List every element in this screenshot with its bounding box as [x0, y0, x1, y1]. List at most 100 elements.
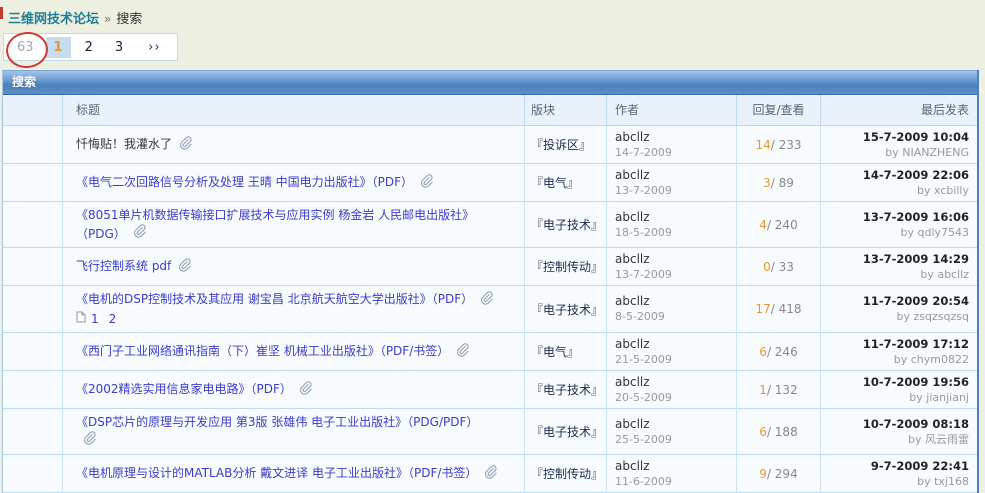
pagination-next-button[interactable]: ››	[140, 37, 168, 58]
lastpost-user-link[interactable]: by abcllz	[920, 267, 969, 282]
thread-title-cell: 《8051单片机数据传输接口扩展技术与应用实例 杨金岩 人民邮电出版社》 （PD…	[63, 202, 525, 248]
author-cell: abcllz 13-7-2009	[607, 248, 737, 286]
reply-count: 6	[759, 424, 767, 439]
thread-title-link[interactable]: 《西门子工业网络通讯指南（下）崔坚 机械工业出版社》（PDF/书签）	[76, 344, 449, 358]
lastpost-user-link[interactable]: by jianjianj	[909, 390, 969, 405]
lastpost-user-link[interactable]: by NIANZHENG	[885, 145, 969, 160]
lastpost-user-link[interactable]: by qdly7543	[900, 225, 969, 240]
lastpost-date: 11-7-2009 20:54	[862, 294, 969, 308]
thread-title-cell: 《电气二次回路信号分析及处理 王晴 中国电力出版社》（PDF）	[63, 164, 525, 202]
author-link[interactable]: abcllz	[615, 417, 736, 432]
forum-link[interactable]: 『电气』	[531, 343, 579, 360]
red-mark-artifact	[0, 7, 3, 19]
author-link[interactable]: abcllz	[615, 252, 736, 267]
attachment-paperclip-icon	[479, 291, 493, 308]
forum-link[interactable]: 『电子技术』	[531, 216, 603, 233]
author-link[interactable]: abcllz	[615, 459, 736, 474]
lastpost-cell: 10-7-2009 08:18 by 风云雨雷	[821, 409, 977, 455]
thread-start-date: 21-5-2009	[615, 352, 672, 366]
thread-title-link[interactable]: 忏悔贴！我灌水了	[76, 137, 172, 151]
attachment-paperclip-icon	[177, 257, 191, 275]
pagination-page-3[interactable]: 3	[107, 37, 131, 58]
reply-count: 9	[759, 466, 767, 481]
multipage-link[interactable]: 1	[91, 312, 99, 326]
thread-title-line: 《电机原理与设计的MATLAB分析 戴文进译 电子工业出版社》（PDF/书签）	[76, 464, 524, 484]
table-row: 《西门子工业网络通讯指南（下）崔坚 机械工业出版社》（PDF/书签） 『电气』 …	[3, 333, 977, 371]
multipage-links: 12	[91, 310, 126, 328]
author-link[interactable]: abcllz	[615, 168, 736, 183]
forum-cell: 『控制传动』	[525, 248, 607, 286]
forum-link[interactable]: 『投诉区』	[531, 136, 591, 153]
forum-cell: 『电气』	[525, 164, 607, 202]
author-cell: abcllz 18-5-2009	[607, 202, 737, 248]
thread-title-line: 忏悔贴！我灌水了	[76, 135, 524, 155]
forum-cell: 『电子技术』	[525, 371, 607, 409]
replies-views-cell: 6 / 246	[737, 333, 821, 371]
search-results-body: 忏悔贴！我灌水了 『投诉区』 abcllz 14-7-2009 14 / 233…	[3, 126, 977, 493]
breadcrumb-current: 搜索	[116, 12, 143, 27]
lastpost-user-link[interactable]: by zsqzsqzsq	[897, 309, 969, 324]
author-cell: abcllz 8-5-2009	[607, 286, 737, 333]
header-lastpost: 最后发表	[821, 95, 977, 126]
view-count: / 418	[770, 302, 802, 316]
forum-link[interactable]: 『电气』	[531, 174, 579, 191]
author-link[interactable]: abcllz	[615, 337, 736, 352]
thread-title-link[interactable]: 《电机的DSP控制技术及其应用 谢宝昌 北京航天航空大学出版社》（PDF）	[76, 292, 473, 306]
reply-count: 14	[755, 137, 771, 152]
table-row: 《DSP芯片的原理与开发应用 第3版 张雄伟 电子工业出版社》（PDG/PDF）…	[3, 409, 977, 455]
attachment-paperclip-icon	[419, 173, 433, 191]
thread-title-cell: 《电机的DSP控制技术及其应用 谢宝昌 北京航天航空大学出版社》（PDF） 12	[63, 286, 525, 333]
lastpost-date: 13-7-2009 14:29	[862, 251, 969, 266]
thread-title-link[interactable]: 《电机原理与设计的MATLAB分析 戴文进译 电子工业出版社》（PDF/书签）	[76, 466, 477, 480]
pagination-page-2[interactable]: 2	[77, 37, 101, 58]
author-link[interactable]: abcllz	[615, 130, 736, 145]
lastpost-user-link[interactable]: by txj168	[917, 474, 969, 489]
thread-title-line2	[76, 431, 524, 450]
author-link[interactable]: abcllz	[615, 375, 736, 390]
thread-start-date: 11-6-2009	[615, 474, 672, 488]
view-count: / 33	[770, 259, 794, 274]
lastpost-date: 9-7-2009 22:41	[870, 458, 969, 473]
thread-title-cell: 《DSP芯片的原理与开发应用 第3版 张雄伟 电子工业出版社》（PDG/PDF）	[63, 409, 525, 455]
lastpost-user-link[interactable]: by chym0822	[894, 352, 969, 367]
thread-title-line: 《西门子工业网络通讯指南（下）崔坚 机械工业出版社》（PDF/书签）	[76, 342, 524, 362]
thread-title-line: 《8051单片机数据传输接口扩展技术与应用实例 杨金岩 人民邮电出版社》	[76, 206, 524, 224]
pagination-total-pages[interactable]: 63	[4, 29, 50, 70]
thread-title-wrap[interactable]: （PDG）	[76, 225, 126, 243]
thread-title-link[interactable]: 《电气二次回路信号分析及处理 王晴 中国电力出版社》（PDF）	[76, 175, 413, 189]
thread-start-date: 13-7-2009	[615, 183, 672, 197]
table-header-row: 标题 版块 作者 回复/查看 最后发表	[3, 95, 977, 126]
header-title: 标题	[63, 95, 525, 126]
forum-link[interactable]: 『控制传动』	[531, 465, 603, 482]
lastpost-cell: 14-7-2009 22:06 by xcbilly	[821, 164, 977, 202]
lastpost-user-link[interactable]: by xcbilly	[917, 183, 969, 198]
thread-title-link[interactable]: 《8051单片机数据传输接口扩展技术与应用实例 杨金岩 人民邮电出版社》	[76, 208, 474, 222]
lastpost-cell: 13-7-2009 14:29 by abcllz	[821, 248, 977, 286]
thread-start-date: 14-7-2009	[615, 145, 672, 159]
forum-link[interactable]: 『电子技术』	[531, 381, 603, 398]
lastpost-user-link[interactable]: by 风云雨雷	[908, 432, 969, 447]
thread-title-line: 《电气二次回路信号分析及处理 王晴 中国电力出版社》（PDF）	[76, 173, 524, 193]
author-cell: abcllz 21-5-2009	[607, 333, 737, 371]
thread-icon-cell	[3, 455, 63, 493]
pagination-current-page[interactable]: 1	[45, 36, 71, 58]
forum-link[interactable]: 『控制传动』	[531, 258, 603, 275]
thread-title-cell: 《电机原理与设计的MATLAB分析 戴文进译 电子工业出版社》（PDF/书签）	[63, 455, 525, 493]
author-link[interactable]: abcllz	[615, 294, 736, 309]
author-link[interactable]: abcllz	[615, 210, 736, 225]
thread-title-link[interactable]: 《2002精选实用信息家电电路》（PDF）	[76, 382, 292, 396]
thread-title-link[interactable]: 飞行控制系统 pdf	[76, 259, 171, 273]
lastpost-date: 14-7-2009 22:06	[862, 167, 969, 182]
forum-cell: 『电子技术』	[525, 409, 607, 455]
forum-link[interactable]: 『电子技术』	[531, 423, 603, 440]
replies-views-cell: 0 / 33	[737, 248, 821, 286]
lastpost-date: 10-7-2009 19:56	[862, 374, 969, 389]
attachment-paperclip-icon	[82, 431, 96, 450]
table-row: 《2002精选实用信息家电电路》（PDF） 『电子技术』 abcllz 20-5…	[3, 371, 977, 409]
breadcrumb-forum-link[interactable]: 三维网技术论坛	[8, 12, 99, 27]
thread-title-line2: 12	[76, 310, 524, 328]
thread-title-link[interactable]: 《DSP芯片的原理与开发应用 第3版 张雄伟 电子工业出版社》（PDG/PDF）	[76, 415, 478, 429]
multipage-link[interactable]: 2	[109, 312, 117, 326]
thread-start-date: 13-7-2009	[615, 267, 672, 281]
forum-link[interactable]: 『电子技术』	[531, 301, 603, 318]
